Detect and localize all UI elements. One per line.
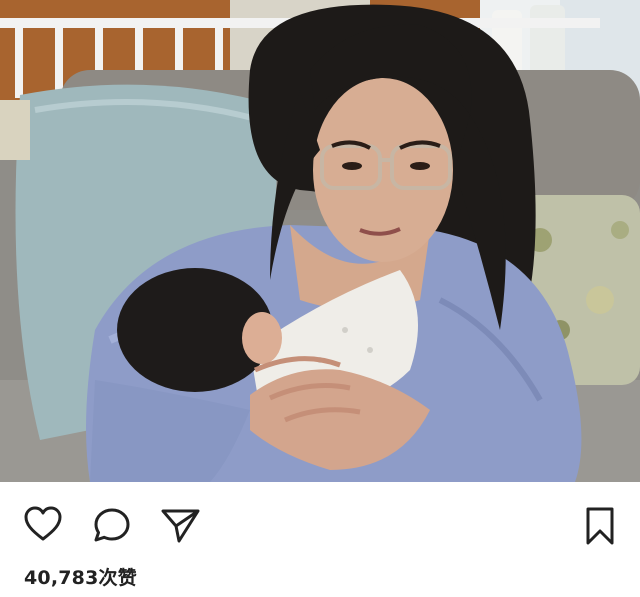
post-action-bar bbox=[0, 482, 640, 560]
comment-bubble-icon bbox=[94, 508, 130, 542]
paper-plane-icon bbox=[161, 509, 200, 543]
likes-count[interactable]: 40,783次赞 bbox=[24, 563, 137, 590]
post-photo[interactable] bbox=[0, 0, 640, 482]
comment-button[interactable] bbox=[90, 504, 134, 548]
photo-illustration bbox=[0, 0, 640, 482]
share-button[interactable] bbox=[158, 504, 202, 548]
like-button[interactable] bbox=[21, 504, 65, 548]
bookmark-icon bbox=[586, 507, 614, 545]
save-button[interactable] bbox=[580, 504, 620, 548]
heart-icon bbox=[24, 506, 62, 541]
